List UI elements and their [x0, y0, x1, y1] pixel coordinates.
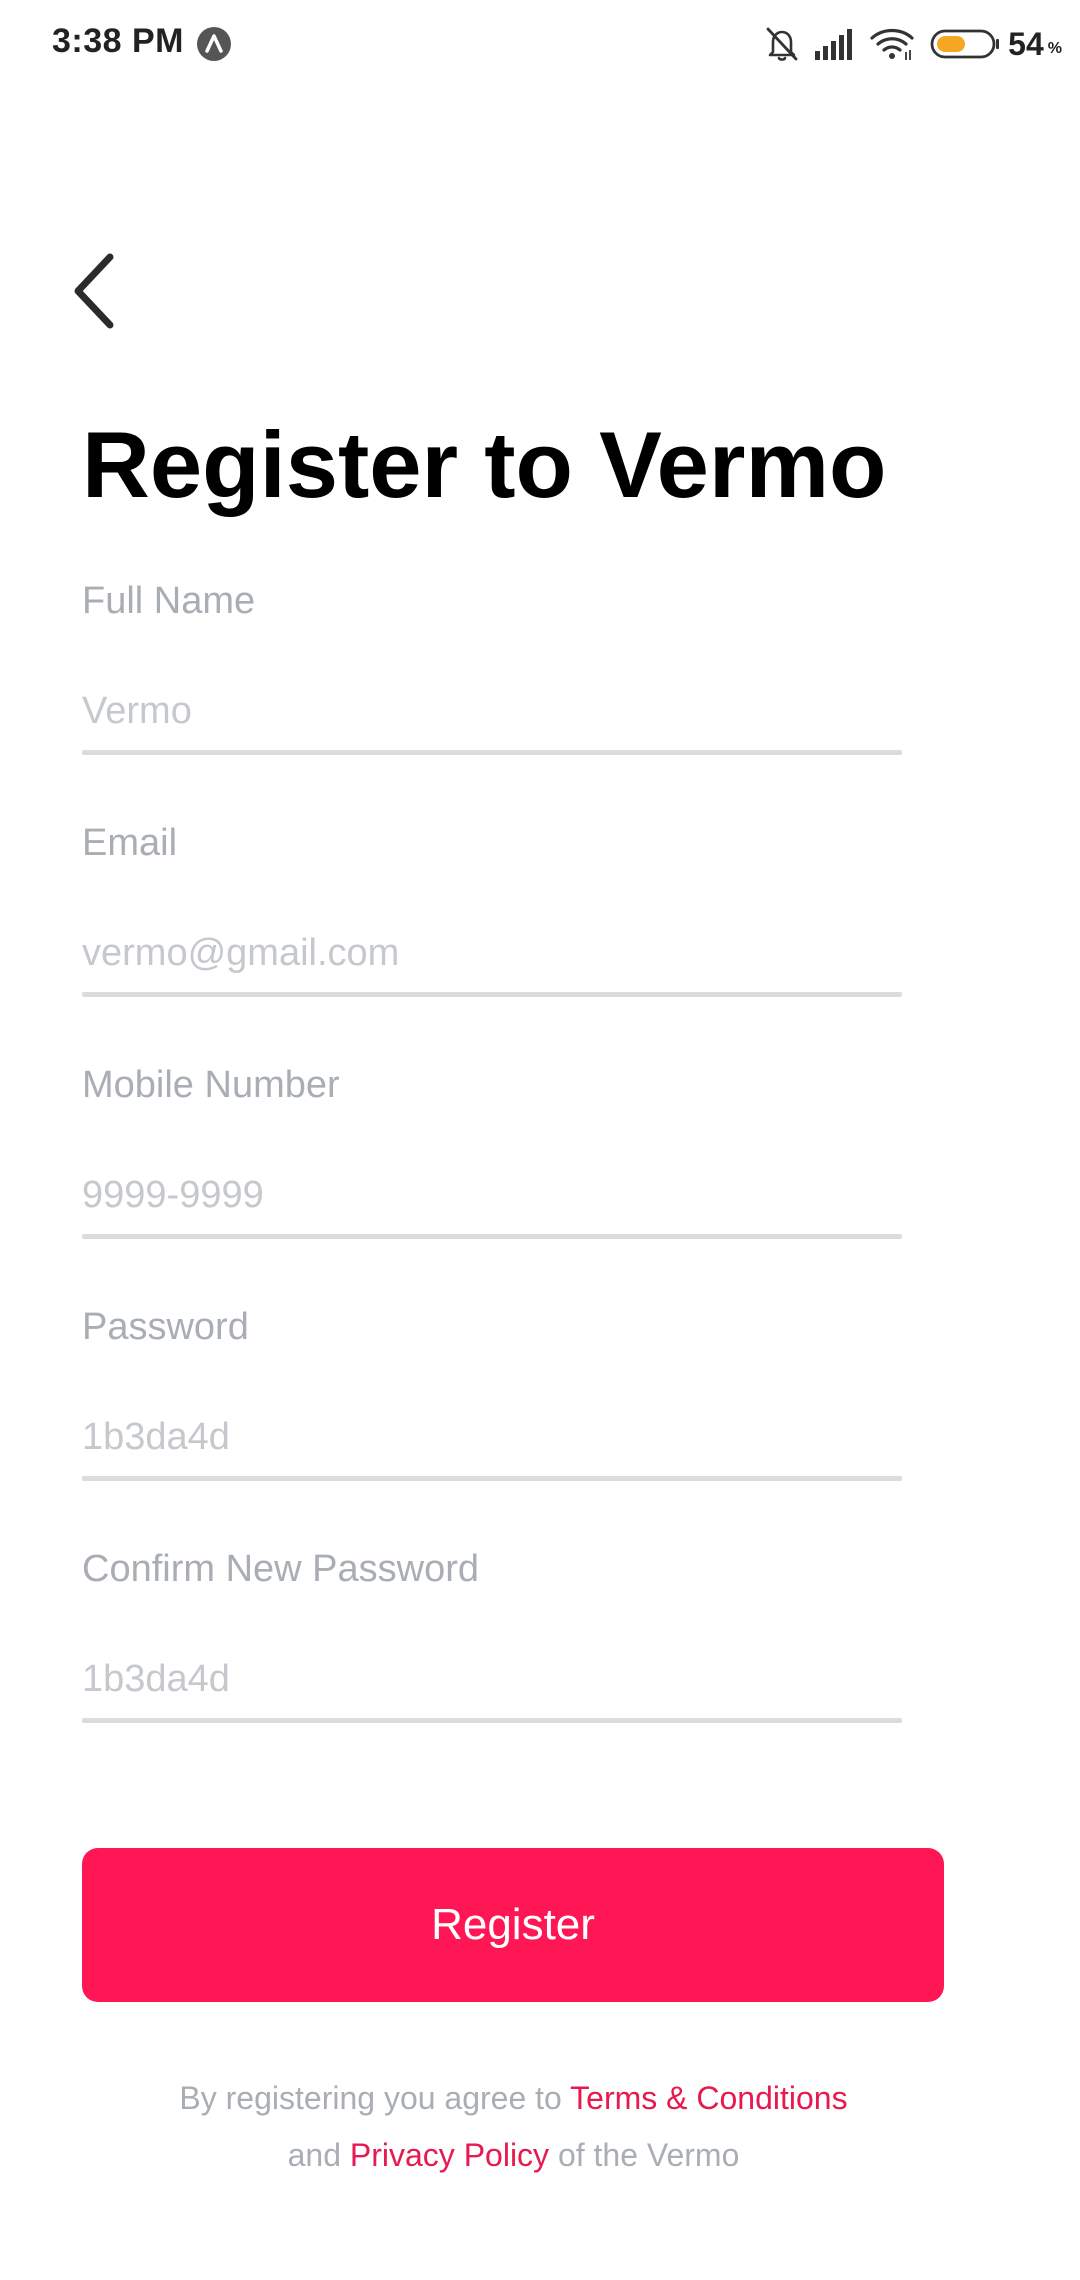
email-input[interactable] — [82, 920, 902, 986]
full-name-label: Full Name — [82, 580, 256, 622]
legal-line-2: and Privacy Policy of the Vermo — [0, 2127, 1027, 2184]
email-underline — [82, 992, 902, 997]
confirm-password-label: Confirm New Password — [82, 1548, 479, 1590]
legal-line-1: By registering you agree to Terms & Cond… — [0, 2070, 1027, 2127]
legal-suffix: of the Vermo — [549, 2137, 740, 2173]
status-time: 3:38 PM — [52, 22, 184, 60]
mobile-number-field: Mobile Number — [82, 1062, 902, 1262]
legal-middle: and — [287, 2137, 350, 2173]
status-bar: 3:38 PM 54 % — [0, 0, 1080, 90]
mobile-number-underline — [82, 1234, 902, 1239]
confirm-password-underline — [82, 1718, 902, 1723]
page-title: Register to Vermo — [82, 412, 887, 517]
mute-icon — [764, 22, 800, 66]
email-label: Email — [82, 822, 178, 864]
back-button[interactable] — [70, 248, 140, 338]
email-field: Email — [82, 820, 902, 1020]
battery-icon — [930, 22, 1000, 66]
mobile-number-label: Mobile Number — [82, 1064, 340, 1106]
terms-link[interactable]: Terms & Conditions — [570, 2080, 847, 2116]
full-name-input[interactable] — [82, 678, 902, 744]
password-label: Password — [82, 1306, 249, 1348]
confirm-password-field: Confirm New Password — [82, 1546, 902, 1746]
mobile-number-input[interactable] — [82, 1162, 902, 1228]
legal-text: By registering you agree to Terms & Cond… — [0, 2070, 1027, 2184]
chevron-left-icon — [70, 251, 118, 336]
app-notification-icon — [196, 26, 232, 62]
full-name-field: Full Name — [82, 578, 902, 778]
password-input[interactable] — [82, 1404, 902, 1470]
battery-unit: % — [1047, 40, 1062, 57]
wifi-icon — [870, 22, 914, 66]
password-underline — [82, 1476, 902, 1481]
legal-prefix: By registering you agree to — [179, 2080, 571, 2116]
status-icons: 54 % — [764, 22, 1062, 66]
signal-icon — [814, 22, 856, 66]
battery-percent: 54 — [1008, 25, 1044, 62]
full-name-underline — [82, 750, 902, 755]
confirm-password-input[interactable] — [82, 1646, 902, 1712]
privacy-link[interactable]: Privacy Policy — [350, 2137, 549, 2173]
register-button[interactable]: Register — [82, 1848, 944, 2002]
password-field: Password — [82, 1304, 902, 1504]
